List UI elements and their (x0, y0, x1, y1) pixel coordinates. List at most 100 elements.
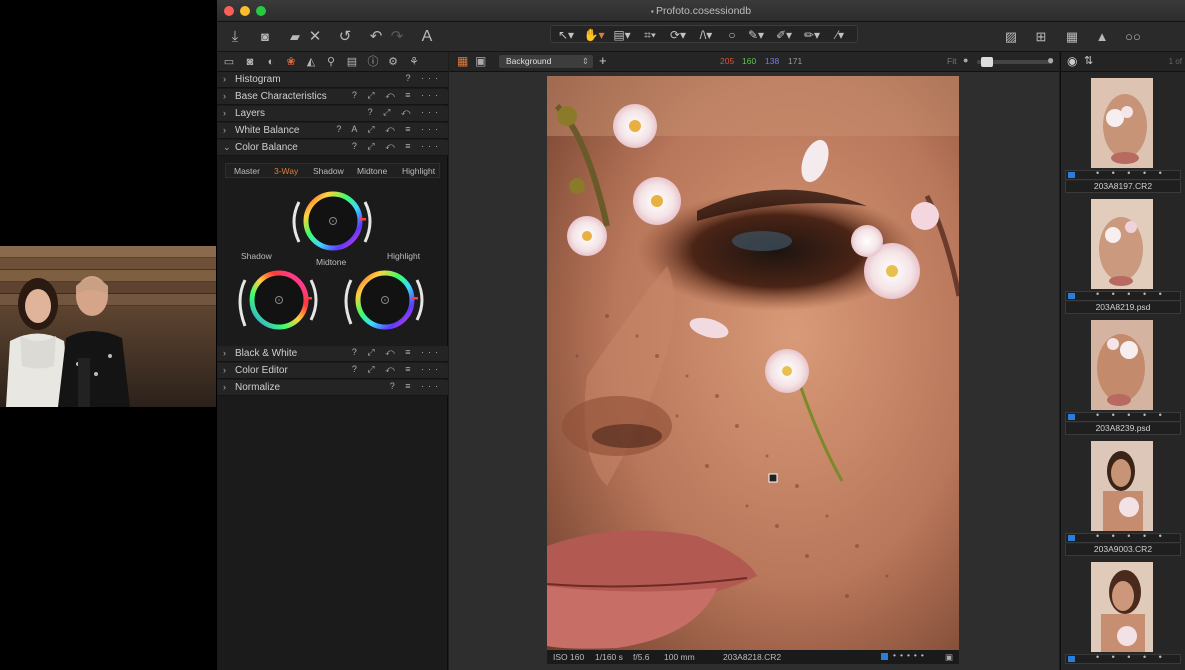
single-view-icon[interactable]: ▣ (475, 54, 486, 68)
thumbnail[interactable]: • • • • • 203A8197.CR2 (1065, 75, 1181, 196)
zoom-fit-label[interactable]: Fit (947, 56, 956, 66)
edit-icon[interactable]: ▨ (1002, 28, 1020, 46)
panel-normalize[interactable]: › Normalize ? ≡ ··· (217, 380, 448, 396)
color-icon[interactable]: ❀ (283, 54, 299, 70)
main-photo[interactable] (547, 76, 959, 650)
rating-dots[interactable]: • • • • • (1096, 410, 1167, 420)
draw-mask-icon[interactable]: ✏▾ (797, 26, 827, 44)
image-meta-bar: ISO 160 1/160 s f/5.6 100 mm 203A8218.CR… (547, 650, 959, 664)
rating-dots[interactable]: • • • • • (1096, 168, 1167, 178)
brush-icon[interactable]: ✎▾ (741, 26, 771, 44)
panel-layers[interactable]: › Layers ? ⤢ ↶ ··· (217, 106, 448, 122)
folder-icon[interactable]: ▭ (221, 54, 237, 70)
thumbnail-image (1091, 320, 1153, 410)
highlight-wheel[interactable] (344, 270, 424, 330)
rating-dots[interactable]: ••••• (893, 648, 928, 662)
thumbnail[interactable]: • • • • • (1065, 559, 1181, 670)
image-info-icon[interactable]: ▣ (945, 650, 953, 664)
panel-controls[interactable]: ? A ⤢ ↶ ≡ ··· (336, 124, 442, 135)
tab-highlight[interactable]: Highlight (402, 166, 435, 176)
grid-view-icon[interactable]: ▦ (457, 54, 468, 68)
text-tool-button[interactable]: A (418, 28, 436, 46)
shadow-wheel[interactable] (238, 270, 318, 330)
shadow-wheel-label: Shadow (241, 251, 272, 261)
camera-icon[interactable]: ◙ (242, 54, 258, 70)
info-icon[interactable]: ⓘ (365, 54, 381, 70)
layer-select[interactable]: Background ⇕ (499, 55, 593, 68)
panel-black-white[interactable]: › Black & White ? ⤢ ↶ ≡ ··· (217, 346, 448, 362)
panel-controls[interactable]: ? ⤢ ↶ ≡ ··· (352, 90, 442, 101)
eye-icon[interactable]: ◉ (1067, 54, 1077, 68)
midtone-wheel[interactable] (292, 191, 372, 251)
picker-icon[interactable]: ⁄▾ (825, 26, 855, 44)
thumbnail-image (1091, 441, 1153, 531)
thumbnail[interactable]: • • • • • 203A8219.psd (1065, 196, 1181, 317)
zoom-slider[interactable] (977, 57, 1053, 67)
panel-controls[interactable]: ? ⤢ ↶ ≡ ··· (352, 141, 442, 152)
color-tag[interactable] (881, 653, 888, 660)
color-tag[interactable] (1068, 535, 1075, 541)
rotate-icon[interactable]: ⟳▾ (663, 26, 693, 44)
zoom-slider-knob[interactable] (981, 57, 993, 67)
rating-dots[interactable]: • • • • • (1096, 289, 1167, 299)
panel-controls[interactable]: ? ⤢ ↶ ··· (368, 107, 442, 118)
hand-pan-icon[interactable]: ✋▾ (579, 26, 609, 44)
panel-controls[interactable]: ? ⤢ ↶ ≡ ··· (352, 347, 442, 358)
color-tag[interactable] (1068, 172, 1075, 178)
panel-label: White Balance (235, 125, 300, 136)
thumbnail[interactable]: • • • • • 203A8239.psd (1065, 317, 1181, 438)
color-tag[interactable] (1068, 293, 1075, 299)
color-tag[interactable] (1068, 414, 1075, 420)
chevron-right-icon: › (223, 108, 226, 118)
lens-icon[interactable]: ◐ (263, 54, 279, 70)
panel-base-characteristics[interactable]: › Base Characteristics ? ⤢ ↶ ≡ ··· (217, 89, 448, 105)
tab-midtone[interactable]: Midtone (357, 166, 387, 176)
rating-dots[interactable]: • • • • • (1096, 531, 1167, 541)
crop-icon[interactable]: ⌗▾ (635, 26, 665, 44)
add-layer-button[interactable]: + (599, 53, 607, 68)
tools-panel: ▭ ◙ ◐ ❀ ◭ ⚲ ▤ ⓘ ⚙ ⚘ › Histogram ? ··· › Bas… (217, 52, 448, 670)
panel-controls[interactable]: ? ≡ ··· (390, 381, 442, 391)
glasses-icon[interactable]: ○○ (1120, 28, 1146, 46)
image-viewer[interactable]: ISO 160 1/160 s f/5.6 100 mm 203A8218.CR… (449, 72, 1059, 670)
search-icon[interactable]: ⚲ (323, 54, 339, 70)
panel-color-editor[interactable]: › Color Editor ? ⤢ ↶ ≡ ··· (217, 363, 448, 379)
panel-controls[interactable]: ? ··· (406, 73, 443, 83)
tab-3-way[interactable]: 3-Way (274, 166, 298, 176)
styles-icon[interactable]: ⚘ (406, 54, 422, 70)
exposure-icon[interactable]: ◭ (303, 54, 319, 70)
thumbnail-rating-bar: • • • • • (1065, 168, 1181, 180)
panel-label: Layers (235, 108, 266, 119)
webcam-overlay (0, 246, 216, 407)
screen: ▪ Profoto.cosessiondb ⤓ ◙ ▰ ✕ ↺ ↶ ↷ A ↖▾… (0, 0, 1185, 670)
undo-icon[interactable]: ↺ (336, 28, 354, 46)
undo-icon[interactable]: ↶ (367, 28, 385, 46)
redo-icon[interactable]: ↷ (388, 28, 406, 46)
warning-icon[interactable]: ▲ (1093, 28, 1111, 46)
close-icon[interactable]: ✕ (307, 28, 323, 46)
camera-icon[interactable]: ◙ (256, 28, 274, 46)
rating-dots[interactable]: • • • • • (1096, 652, 1167, 662)
midtone-wheel-label: Midtone (316, 257, 347, 267)
folder-icon[interactable]: ▰ (285, 28, 305, 46)
main-toolbar: ⤓ ◙ ▰ ✕ ↺ ↶ ↷ A ↖▾ ✋▾ ▤▾ ⌗▾ ⟳▾ /\▾ ○ ✎▾ … (217, 22, 1185, 52)
select-arrow-icon[interactable]: ↖▾ (551, 26, 581, 44)
sort-icon[interactable]: ⇅ (1084, 54, 1093, 67)
panel-controls[interactable]: ? ⤢ ↶ ≡ ··· (352, 364, 442, 375)
panel-color-balance[interactable]: ⌄ Color Balance ? ⤢ ↶ ≡ ··· (217, 140, 448, 156)
grid-icon[interactable]: ▦ (1063, 28, 1081, 46)
color-tag[interactable] (1068, 656, 1075, 662)
compare-icon[interactable]: ⊞ (1032, 28, 1050, 46)
panel-white-balance[interactable]: › White Balance ? A ⤢ ↶ ≡ ··· (217, 123, 448, 139)
eraser-icon[interactable]: ✐▾ (769, 26, 799, 44)
metadata-icon[interactable]: ▤ (344, 54, 360, 70)
meta-focal: 100 mm (664, 652, 695, 662)
thumbnail[interactable]: • • • • • 203A9003.CR2 (1065, 438, 1181, 559)
import-icon[interactable]: ⤓ (226, 28, 244, 46)
tab-master[interactable]: Master (234, 166, 260, 176)
panel-histogram[interactable]: › Histogram ? ··· (217, 72, 448, 88)
settings-icon[interactable]: ⚙ (385, 54, 401, 70)
panel-label: Color Editor (235, 365, 288, 376)
stack-icon[interactable]: ▤▾ (607, 26, 637, 44)
tab-shadow[interactable]: Shadow (313, 166, 344, 176)
